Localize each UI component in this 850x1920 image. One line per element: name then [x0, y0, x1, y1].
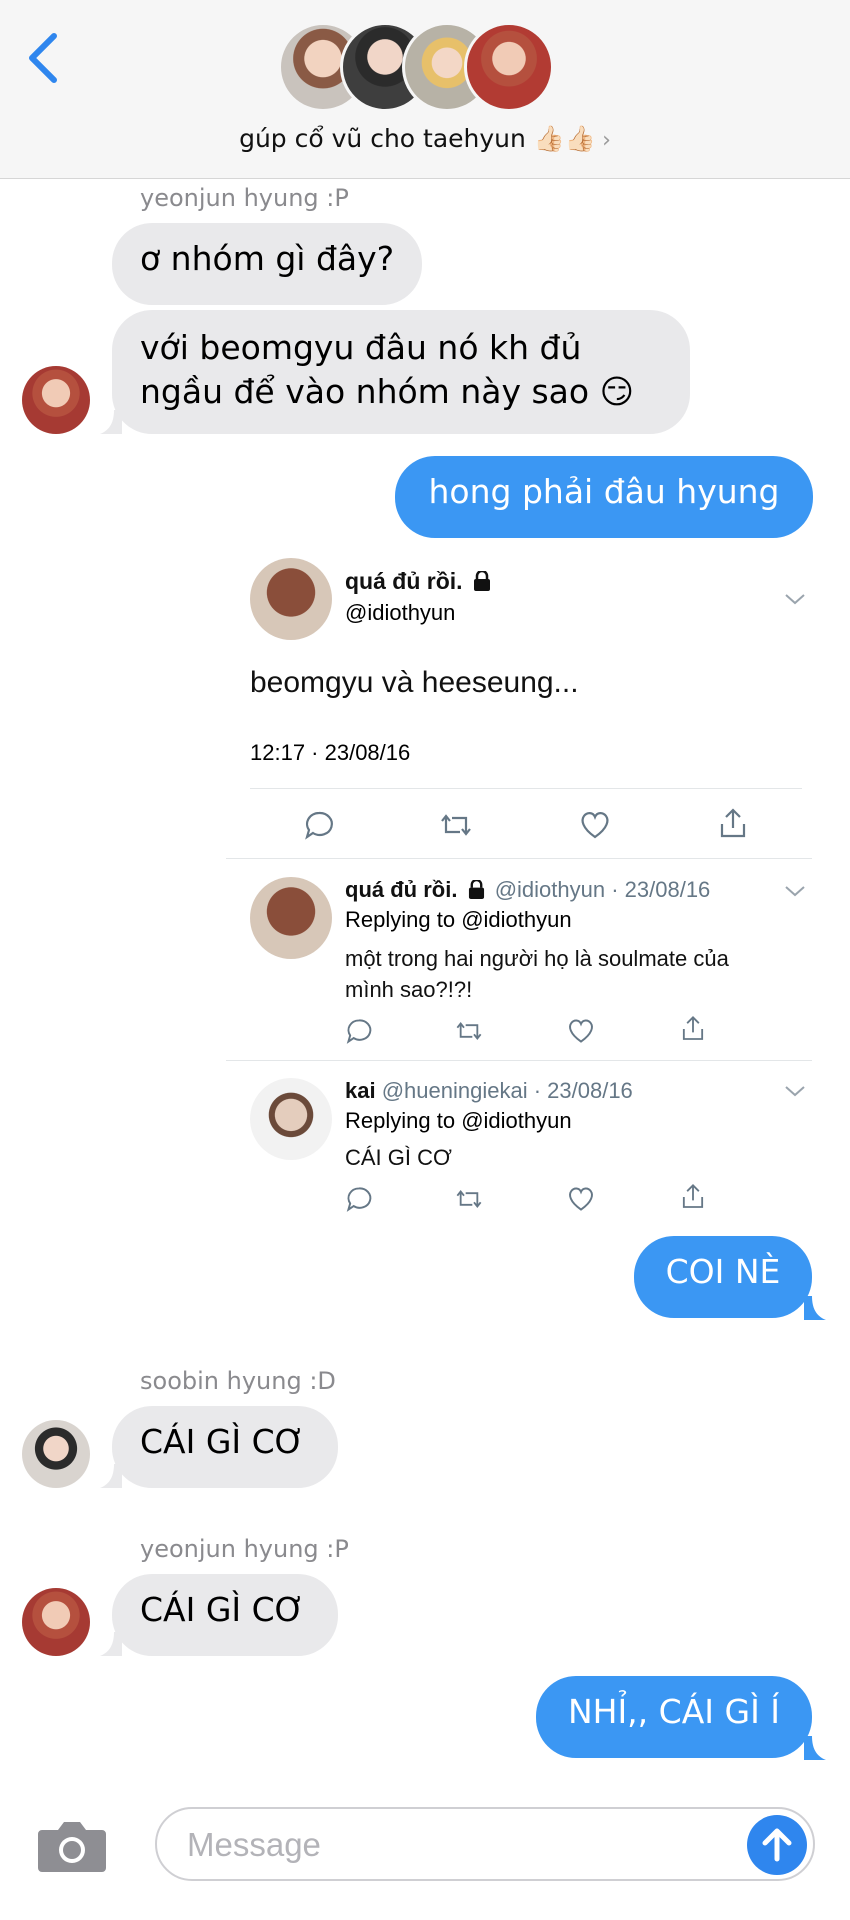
message-bubble-incoming[interactable]: ơ nhóm gì đây? [112, 223, 423, 305]
sender-label: soobin hyung :D [140, 1367, 336, 1395]
tweet-text-line: mình sao?!?! [345, 977, 473, 1002]
reply-icon[interactable] [302, 808, 336, 842]
send-button[interactable] [747, 1815, 807, 1875]
tweet-name: quá đủ rồi. [345, 568, 463, 594]
avatar [250, 877, 332, 959]
message-composer [155, 1807, 815, 1881]
sender-label: yeonjun hyung :P [140, 184, 349, 212]
message-line: với beomgyu đâu nó kh đủ [140, 328, 582, 367]
message-input[interactable] [185, 1821, 729, 1869]
retweet-icon[interactable] [438, 808, 474, 842]
message-bubble-incoming[interactable]: với beomgyu đâu nó kh đủ ngầu để vào nhó… [112, 310, 690, 434]
chevron-down-icon[interactable] [780, 584, 810, 614]
chevron-down-icon[interactable] [780, 876, 810, 906]
divider [226, 858, 812, 859]
avatar [250, 558, 332, 640]
reply-icon[interactable] [344, 1016, 374, 1046]
tweet-handle-time: @hueningiekai · 23/08/16 [381, 1078, 633, 1103]
lock-icon [468, 878, 485, 899]
group-name-text: gúp cổ vũ cho taehyun 👍🏻👍🏻 [239, 124, 597, 153]
bubble-tail [100, 1632, 122, 1656]
replying-to: Replying to @idiothyun [345, 907, 572, 933]
tweet-author: quá đủ rồi. [345, 568, 491, 595]
heart-icon[interactable] [566, 1016, 596, 1046]
chevron-down-icon[interactable] [780, 1076, 810, 1106]
avatar[interactable] [22, 366, 90, 434]
camera-icon[interactable] [36, 1818, 108, 1874]
tweet-name: kai [345, 1078, 376, 1103]
heart-icon[interactable] [578, 808, 612, 842]
share-icon[interactable] [716, 806, 750, 842]
tweet-text-line: một trong hai người họ là soulmate của [345, 946, 729, 971]
tweet-author-line: kai @hueningiekai · 23/08/16 [345, 1078, 633, 1104]
share-icon[interactable] [678, 1014, 708, 1044]
bubble-tail [100, 410, 122, 434]
heart-icon[interactable] [566, 1184, 596, 1214]
message-bubble-incoming[interactable]: CÁI GÌ CƠ [112, 1406, 338, 1488]
message-bubble-outgoing[interactable]: hong phải đâu hyung [395, 456, 813, 538]
divider [226, 1060, 812, 1061]
bubble-tail [804, 1736, 826, 1760]
share-icon[interactable] [678, 1182, 708, 1212]
tweet-text: beomgyu và heeseung... [250, 666, 579, 699]
divider [250, 788, 802, 789]
chevron-right-icon: › [602, 128, 611, 153]
tweet-author-line: quá đủ rồi. @idiothyun · 23/08/16 [345, 877, 710, 903]
tweet-text: một trong hai người họ là soulmate của m… [345, 943, 729, 1005]
avatar [250, 1078, 332, 1160]
message-bubble-outgoing[interactable]: COI NÈ [634, 1236, 812, 1318]
replying-to-label: Replying to [345, 1108, 456, 1133]
tweet-handle: @idiothyun [345, 600, 456, 625]
reply-icon[interactable] [344, 1184, 374, 1214]
tweet-text: CÁI GÌ CƠ [345, 1145, 452, 1170]
avatar [464, 22, 554, 112]
mention-link[interactable]: @idiothyun [461, 907, 571, 932]
lock-icon [473, 569, 491, 591]
tweet-handle-time: @idiothyun · 23/08/16 [494, 877, 711, 902]
tweet-name: quá đủ rồi. [345, 877, 458, 902]
group-avatars[interactable] [278, 22, 578, 114]
message-line: ngầu để vào nhóm này sao 😏 [140, 372, 634, 411]
avatar[interactable] [22, 1588, 90, 1656]
retweet-icon[interactable] [454, 1184, 484, 1214]
retweet-icon[interactable] [454, 1016, 484, 1046]
sender-label: yeonjun hyung :P [140, 1535, 349, 1563]
bubble-tail [100, 1464, 122, 1488]
chevron-left-icon[interactable] [24, 30, 64, 86]
avatar[interactable] [22, 1420, 90, 1488]
replying-to-label: Replying to [345, 907, 456, 932]
message-bubble-outgoing[interactable]: NHỈ,, CÁI GÌ Í [536, 1676, 812, 1758]
group-name[interactable]: gúp cổ vũ cho taehyun 👍🏻👍🏻 › [0, 122, 850, 158]
bubble-tail [804, 1296, 826, 1320]
message-bubble-incoming[interactable]: CÁI GÌ CƠ [112, 1574, 338, 1656]
replying-to: Replying to @idiothyun [345, 1108, 572, 1134]
arrow-up-icon [762, 1828, 792, 1862]
mention-link[interactable]: @idiothyun [461, 1108, 571, 1133]
tweet-timestamp: 12:17 · 23/08/16 [250, 740, 411, 765]
conversation-header: gúp cổ vũ cho taehyun 👍🏻👍🏻 › [0, 0, 850, 179]
